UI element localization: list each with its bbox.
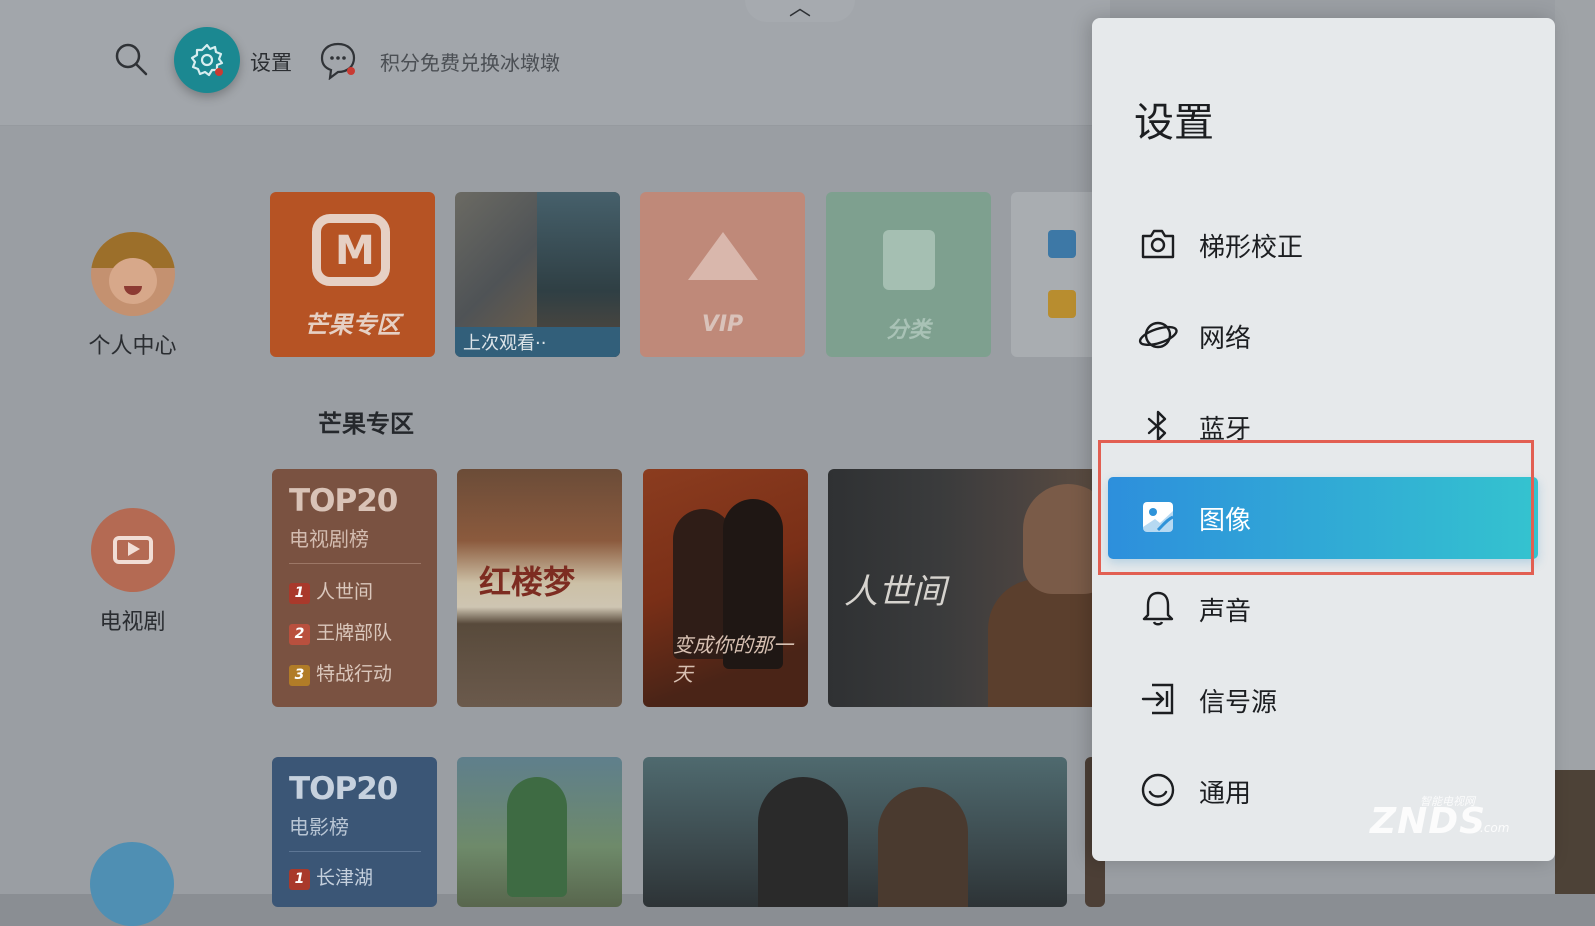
sidebar-item-label: 个人中心 [88,334,177,359]
tile-label: 分类 [886,318,931,343]
ranking-item: 2 王牌部队 [289,618,392,645]
bell-icon [1142,591,1174,626]
tv-icon [90,508,175,592]
poster-title: 变成你的那一天 [673,633,793,686]
sidebar-item-profile[interactable]: 个人中心 [70,232,195,360]
menu-item-sound[interactable]: 声音 [1108,568,1538,650]
mango-zone-tile[interactable]: M 芒果专区 [270,192,435,357]
background-edge [1555,0,1595,894]
avatar [90,232,175,316]
menu-item-label: 梯形校正 [1199,233,1304,263]
focus-highlight-outline [1098,440,1534,575]
menu-item-label: 信号源 [1199,688,1278,718]
more-tile[interactable] [1011,192,1101,357]
promo-text[interactable]: 积分免费兑换冰墩墩 [380,47,560,76]
menu-item-network[interactable]: 网络 [1108,295,1538,377]
planet-icon [1138,321,1178,349]
last-watched-tile[interactable]: 上次观看·· [455,192,620,357]
tile-label: VIP [701,312,744,337]
poster-romance[interactable]: 变成你的那一天 [643,469,808,707]
shopping-bag-icon [1048,230,1076,258]
bookmark-icon [883,230,935,290]
znds-watermark-logo: 智能电视网 ZNDS .com [1370,795,1510,842]
poster-title: 人世间 [844,572,946,612]
ranking-item: 3 特战行动 [289,659,392,686]
tv-ranking-tile[interactable]: TOP20 电视剧榜 1 人世间 2 王牌部队 3 特战行动 [272,469,437,707]
input-source-icon [1141,683,1174,715]
sidebar-item-partial[interactable] [90,842,174,926]
settings-button[interactable] [174,27,240,93]
section-title: 芒果专区 [318,410,414,438]
tile-label: 芒果专区 [304,311,401,339]
sidebar-item-tv-series[interactable]: 电视剧 [70,508,195,636]
poster-hongloumeng[interactable]: 红楼梦 [457,469,622,707]
notepad-icon [1048,290,1076,318]
poster-title: 红楼梦 [479,563,576,601]
panel-title: 设置 [1134,100,1214,146]
category-tile[interactable]: 分类 [826,192,991,357]
ranking-item: 1 长津湖 [289,863,373,890]
ranking-subtitle: 电视剧榜 [289,527,369,551]
gear-icon [190,43,224,77]
menu-item-label: 通用 [1199,779,1252,809]
tile-label: 上次观看·· [463,333,547,354]
ranking-subtitle: 电影榜 [289,815,349,839]
message-icon[interactable] [318,40,358,80]
camera-icon [1141,229,1175,259]
chevron-up-icon: ︿ [789,0,812,21]
poster-movie-a[interactable] [457,757,622,907]
settings-label: 设置 [250,51,292,75]
top-bar: ︿ 设置 积分免费兑换冰墩墩 [0,0,1110,126]
mango-logo-icon: M [312,214,390,286]
ranking-title: TOP20 [289,483,398,519]
sidebar-item-label: 电视剧 [99,610,166,635]
menu-item-label: 网络 [1199,324,1252,354]
ranking-item: 1 人世间 [289,577,373,604]
general-icon [1141,773,1175,807]
poster-renshijian[interactable]: 人世间 [828,469,1103,707]
menu-item-label: 声音 [1199,597,1252,627]
ranking-title: TOP20 [289,771,398,807]
movie-ranking-tile[interactable]: TOP20 电影榜 1 长津湖 [272,757,437,907]
menu-item-input-source[interactable]: 信号源 [1108,659,1538,741]
crown-icon [688,232,758,280]
pull-down-tab[interactable]: ︿ [745,0,855,22]
vip-tile[interactable]: VIP [640,192,805,357]
menu-item-keystone[interactable]: 梯形校正 [1108,204,1538,286]
poster-movie-b[interactable] [643,757,1067,907]
search-icon[interactable] [114,42,148,76]
